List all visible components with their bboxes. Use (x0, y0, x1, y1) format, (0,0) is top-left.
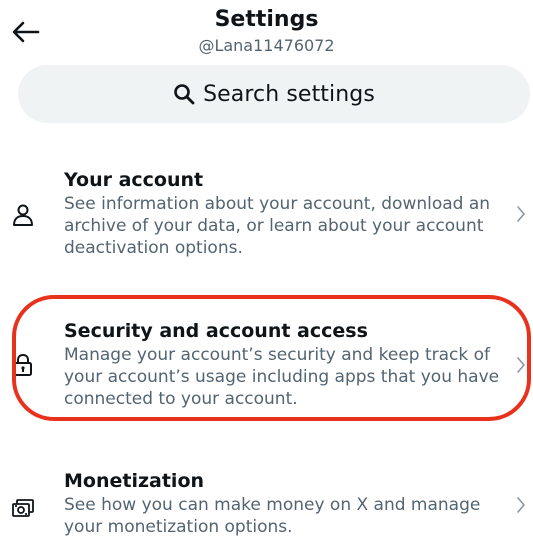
search-placeholder: Search settings (203, 81, 375, 107)
item-description: See how you can make money on X and mana… (64, 495, 481, 537)
person-icon (10, 202, 36, 228)
item-title: Your account (64, 169, 204, 191)
money-icon (10, 496, 36, 522)
item-description: See information about your account, down… (64, 194, 491, 258)
account-handle: @Lana11476072 (198, 36, 335, 55)
header: Settings @Lana11476072 (0, 0, 533, 60)
settings-item-security[interactable]: Security and account access Manage your … (0, 318, 533, 418)
search-input[interactable]: Search settings (18, 65, 530, 123)
search-icon (173, 83, 195, 105)
chevron-right-icon (514, 354, 528, 376)
item-title: Security and account access (64, 320, 368, 342)
item-description: Manage your account’s security and keep … (64, 345, 500, 409)
item-title: Monetization (64, 470, 205, 492)
settings-item-monetization[interactable]: Monetization See how you can make money … (0, 468, 533, 538)
chevron-right-icon (514, 203, 528, 225)
chevron-right-icon (514, 494, 528, 516)
lock-icon (10, 352, 36, 378)
settings-item-your-account[interactable]: Your account See information about your … (0, 165, 533, 265)
page-title: Settings (214, 7, 319, 32)
